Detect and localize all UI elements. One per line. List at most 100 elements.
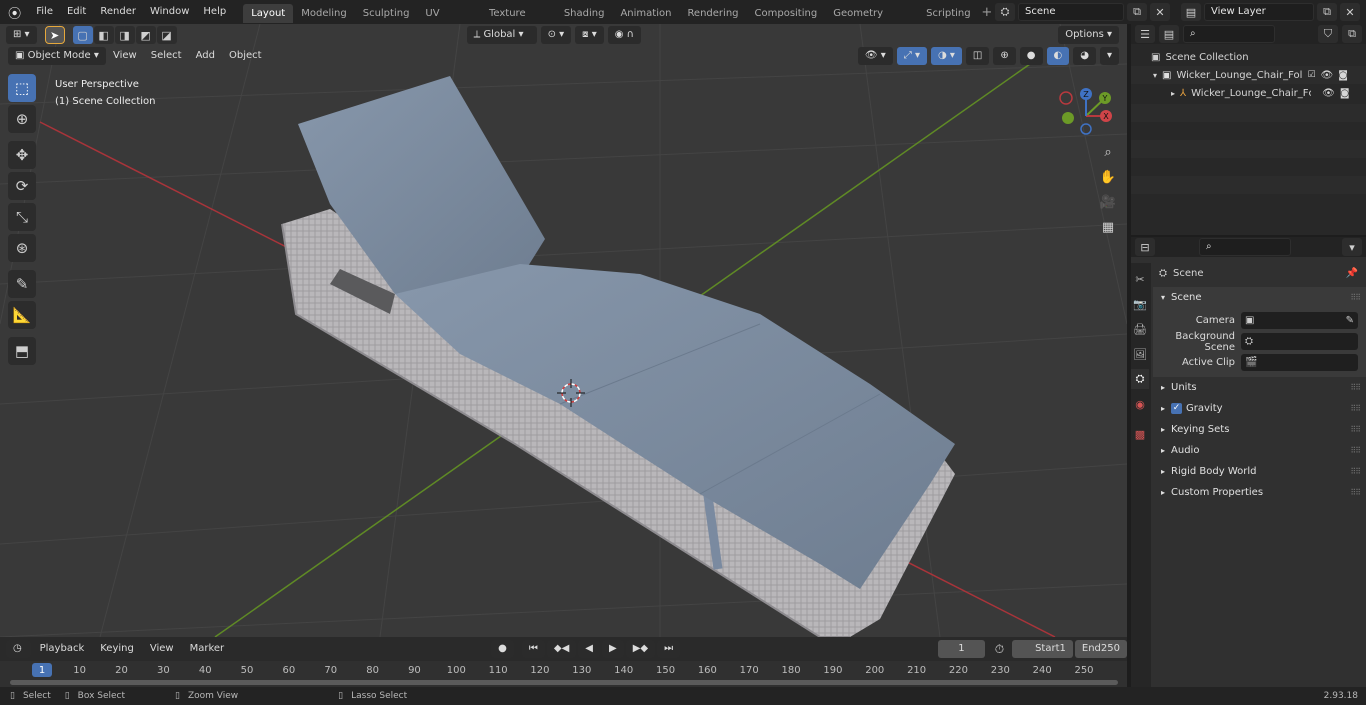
visibility-eye-icon[interactable]: 👁 (1321, 70, 1334, 81)
outliner-root-row[interactable]: ▣ Scene Collection (1131, 48, 1366, 66)
render-tab-icon[interactable]: 📷 (1131, 294, 1149, 314)
drag-grip-icon[interactable]: ⠿⠿ (1350, 488, 1361, 497)
solid-shading-icon[interactable]: ● (1019, 47, 1043, 65)
timeline-ruler[interactable]: 1 10 20 30 40 50 60 70 80 90 100 110 120 130 140 150 160… (0, 661, 1127, 687)
rendered-shading-icon[interactable]: ◕ (1073, 47, 1096, 65)
tab-modeling[interactable]: Modeling (293, 4, 355, 23)
tab-sculpting[interactable]: Sculpting (355, 4, 418, 23)
3d-viewport[interactable]: Z Y X (0, 24, 1127, 637)
texture-tab-icon[interactable]: ▩ (1131, 424, 1149, 444)
properties-search-input[interactable]: ⌕ (1199, 238, 1291, 256)
playback-menu[interactable]: Playback ▾ (33, 640, 92, 672)
pivot-point-dropdown[interactable]: ⊙ ▾ (540, 26, 572, 44)
cursor-tool-icon[interactable]: ⊕ (8, 105, 36, 133)
eyedropper-icon[interactable]: ✎ (1346, 315, 1354, 326)
units-panel-header[interactable]: ▸ Units ⠿⠿ (1153, 377, 1366, 398)
view-layer-field[interactable]: View Layer (1204, 3, 1314, 21)
visibility-icon[interactable]: 👁 ▾ (857, 47, 893, 65)
wireframe-shading-icon[interactable]: ⊕ (993, 47, 1016, 65)
blender-logo-icon[interactable]: ⦿ (0, 3, 29, 22)
mode-dropdown[interactable]: ▣ Object Mode ▾ (8, 47, 106, 65)
timeline-scrollbar[interactable] (10, 680, 1118, 685)
render-camera-icon[interactable]: ◙ (1338, 70, 1348, 81)
tab-uv-editing[interactable]: UV Editing (417, 4, 481, 38)
drag-grip-icon[interactable]: ⠿⠿ (1350, 293, 1361, 302)
delete-scene-icon[interactable]: ✕ (1150, 3, 1170, 21)
jump-start-icon[interactable]: ⏮ (521, 640, 545, 658)
view-layer-tab-icon[interactable]: 🖼 (1131, 344, 1149, 364)
properties-options-icon[interactable]: ▾ (1342, 238, 1362, 256)
menu-add[interactable]: Add (189, 47, 222, 65)
include-checkbox-icon[interactable]: ☑ (1307, 70, 1315, 80)
menu-help[interactable]: Help (196, 0, 233, 24)
render-camera-icon[interactable]: ◙ (1340, 88, 1350, 99)
end-frame-field[interactable]: End 250 (1074, 640, 1127, 658)
outliner-search-input[interactable]: ⌕ (1183, 25, 1275, 43)
new-collection-icon[interactable]: ⧉ (1342, 25, 1362, 43)
delete-view-layer-icon[interactable]: ✕ (1340, 3, 1360, 21)
rigid-body-world-panel-header[interactable]: ▸ Rigid Body World ⠿⠿ (1153, 461, 1366, 482)
drag-grip-icon[interactable]: ⠿⠿ (1350, 446, 1361, 455)
play-icon[interactable]: ▶ (601, 640, 624, 658)
perspective-grid-icon[interactable]: ▦ (1097, 216, 1119, 238)
tab-compositing[interactable]: Compositing (747, 4, 826, 23)
drag-grip-icon[interactable]: ⠿⠿ (1350, 425, 1361, 434)
view-layer-icon[interactable]: ▤ (1181, 3, 1201, 21)
move-tool-icon[interactable]: ✥ (8, 141, 36, 169)
play-reverse-icon[interactable]: ◀ (578, 640, 600, 658)
timeline-view-menu[interactable]: View (143, 640, 181, 658)
select-intersect-icon[interactable]: ◪ (156, 26, 177, 44)
outliner-object-row[interactable]: ▸ ⅄ Wicker_Lounge_Chair_Fc 👁 ◙ (1131, 84, 1366, 102)
drag-grip-icon[interactable]: ⠿⠿ (1350, 404, 1361, 413)
gravity-panel-header[interactable]: ▸ ✓ Gravity ⠿⠿ (1153, 398, 1366, 419)
annotate-tool-icon[interactable]: ✎ (8, 270, 36, 298)
outliner-collection-row[interactable]: ▾ ▣ Wicker_Lounge_Chair_Folding ☑ 👁 ◙ (1131, 66, 1366, 84)
tab-layout[interactable]: Layout (243, 3, 294, 23)
drag-grip-icon[interactable]: ⠿⠿ (1350, 383, 1361, 392)
world-tab-icon[interactable]: ◉ (1131, 394, 1149, 414)
keying-menu[interactable]: Keying ▾ (93, 640, 141, 672)
xray-toggle-icon[interactable]: ◫ (965, 47, 990, 65)
select-box-tool-icon[interactable]: ⬚ (8, 74, 36, 102)
select-invert-icon[interactable]: ◩ (135, 26, 156, 44)
select-extend-icon[interactable]: ◧ (93, 26, 114, 44)
outliner-editor-type-icon[interactable]: ☰ (1135, 25, 1155, 43)
new-view-layer-icon[interactable]: ⧉ (1317, 3, 1337, 21)
pin-icon[interactable]: 📌 (1346, 268, 1358, 279)
tab-shading[interactable]: Shading (556, 4, 613, 23)
select-tool-icon[interactable]: ➤ (44, 26, 65, 44)
keying-sets-panel-header[interactable]: ▸ Keying Sets ⠿⠿ (1153, 419, 1366, 440)
tab-geometry-nodes[interactable]: Geometry Nodes (825, 4, 918, 38)
preview-range-icon[interactable]: ⏱ (995, 642, 1004, 657)
tab-rendering[interactable]: Rendering (679, 4, 746, 23)
snap-toggle-icon[interactable]: ⧇ ▾ (575, 26, 604, 44)
display-mode-icon[interactable]: ▤ (1159, 25, 1179, 43)
scene-tab-icon[interactable]: ⛭ (1131, 369, 1149, 389)
tab-texture-paint[interactable]: Texture Paint (481, 4, 556, 38)
visibility-eye-icon[interactable]: 👁 (1322, 88, 1335, 99)
tool-tab-icon[interactable]: ✂ (1131, 269, 1149, 289)
rotate-tool-icon[interactable]: ⟳ (8, 172, 36, 200)
custom-properties-panel-header[interactable]: ▸ Custom Properties ⠿⠿ (1153, 482, 1366, 503)
camera-view-icon[interactable]: 🎥 (1097, 191, 1119, 213)
gravity-checkbox[interactable]: ✓ (1171, 403, 1183, 414)
scale-tool-icon[interactable]: ⤡ (8, 203, 36, 231)
transform-tool-icon[interactable]: ⊛ (8, 234, 36, 262)
select-new-icon[interactable]: ▢ (72, 26, 93, 44)
editor-type-icon[interactable]: ⊞ ▾ (6, 26, 37, 44)
menu-object[interactable]: Object (222, 47, 269, 65)
filter-icon[interactable]: ⛉ (1318, 25, 1338, 43)
new-scene-icon[interactable]: ⧉ (1127, 3, 1147, 21)
menu-edit[interactable]: Edit (60, 0, 93, 24)
options-dropdown[interactable]: Options ▾ (1058, 26, 1119, 44)
scene-icon[interactable]: ⛭ (995, 3, 1015, 21)
overlay-toggle-icon[interactable]: ◑ ▾ (930, 47, 962, 65)
proportional-edit-icon[interactable]: ◉ ∩ (607, 26, 641, 44)
prev-keyframe-icon[interactable]: ◆◀ (546, 640, 577, 658)
marker-menu[interactable]: Marker (183, 640, 232, 658)
shading-options-icon[interactable]: ▾ (1099, 47, 1119, 65)
pan-hand-icon[interactable]: ✋ (1097, 166, 1119, 188)
timeline-editor-type-icon[interactable]: ◷ ▾ (6, 640, 31, 672)
zoom-icon[interactable]: ⌕ (1097, 141, 1119, 163)
menu-select[interactable]: Select (144, 47, 189, 65)
